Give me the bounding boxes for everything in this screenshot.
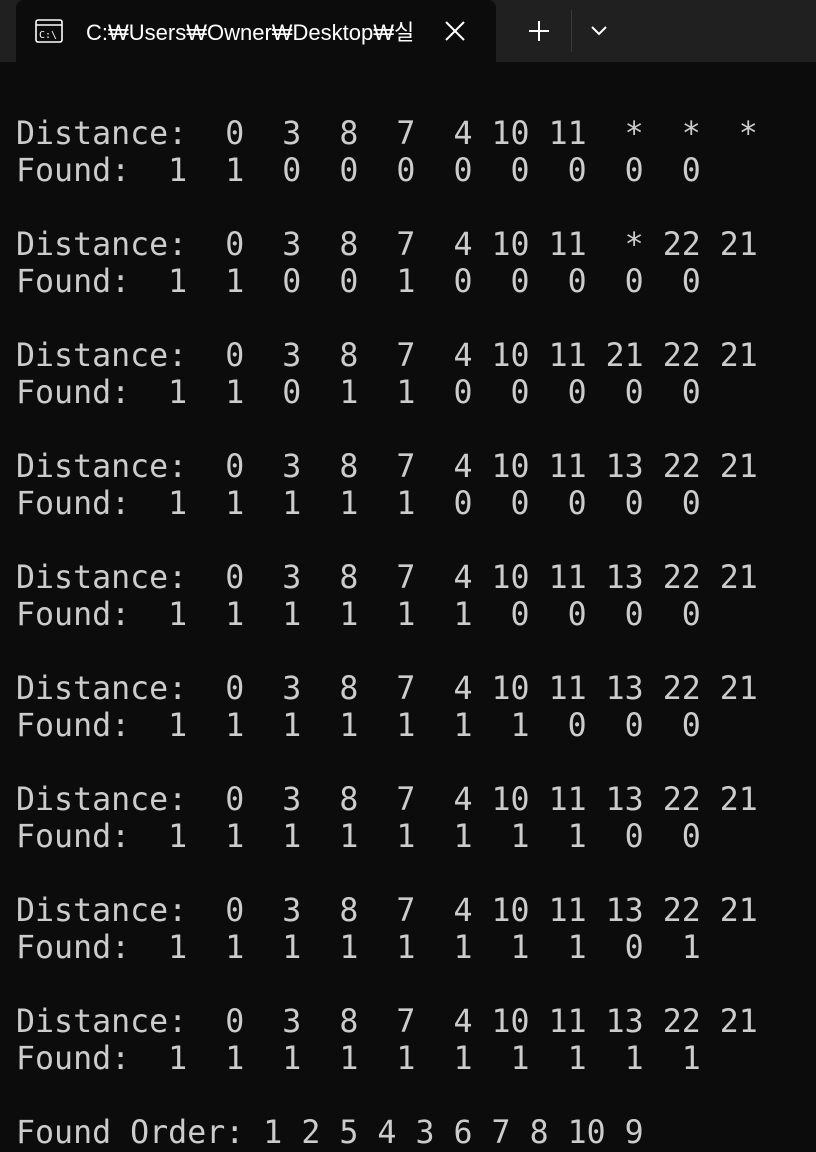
terminal-cmd-icon: C:\	[35, 19, 63, 43]
console-line: Found: 1 1 1 1 1 1 1 1 1 1	[16, 1041, 701, 1077]
console-line: Distance: 0 3 8 7 4 10 11 21 22 21	[16, 338, 758, 374]
console-line: Distance: 0 3 8 7 4 10 11 13 22 21	[16, 560, 758, 596]
console-line: Found: 1 1 0 1 1 0 0 0 0 0	[16, 375, 701, 411]
close-icon[interactable]	[440, 16, 470, 46]
console-line: Found: 1 1 1 1 1 1 1 1 0 1	[16, 930, 701, 966]
console-line: Distance: 0 3 8 7 4 10 11 13 22 21	[16, 782, 758, 818]
tab-dropdown-button[interactable]	[582, 14, 616, 48]
tab-title: C:₩Users₩Owner₩Desktop₩실	[86, 20, 415, 45]
console-line: Distance: 0 3 8 7 4 10 11 13 22 21	[16, 1004, 758, 1040]
console-line: Found: 1 1 0 0 1 0 0 0 0 0	[16, 264, 701, 300]
svg-text:C:\: C:\	[39, 30, 57, 41]
console-line: Found: 1 1 0 0 0 0 0 0 0 0	[16, 153, 701, 189]
console-line: Distance: 0 3 8 7 4 10 11 * * *	[16, 116, 758, 152]
console-line: Distance: 0 3 8 7 4 10 11 13 22 21	[16, 449, 758, 485]
console-line: Distance: 0 3 8 7 4 10 11 * 22 21	[16, 227, 758, 263]
console-line: Found: 1 1 1 1 1 1 0 0 0 0	[16, 597, 701, 633]
console-line: Found: 1 1 1 1 1 1 1 1 0 0	[16, 819, 701, 855]
console-line: Found: 1 1 1 1 1 1 1 0 0 0	[16, 708, 701, 744]
chevron-down-icon	[591, 26, 607, 36]
plus-icon	[529, 21, 549, 41]
new-tab-button[interactable]	[521, 14, 557, 48]
console-output-area[interactable]: Distance: 0 3 8 7 4 10 11 * * * Found: 1 …	[0, 62, 816, 1152]
console-line: Distance: 0 3 8 7 4 10 11 13 22 21	[16, 893, 758, 929]
console-text: Distance: 0 3 8 7 4 10 11 * * * Found: 1 …	[16, 116, 758, 1152]
console-line: Found: 1 1 1 1 1 0 0 0 0 0	[16, 486, 701, 522]
title-bar: C:\ C:₩Users₩Owner₩Desktop₩실	[0, 0, 816, 62]
console-line: Distance: 0 3 8 7 4 10 11 13 22 21	[16, 671, 758, 707]
terminal-tab[interactable]: C:\ C:₩Users₩Owner₩Desktop₩실	[16, 0, 496, 62]
toolbar-divider	[571, 10, 572, 52]
console-line: Found Order: 1 2 5 4 3 6 7 8 10 9	[16, 1115, 644, 1151]
